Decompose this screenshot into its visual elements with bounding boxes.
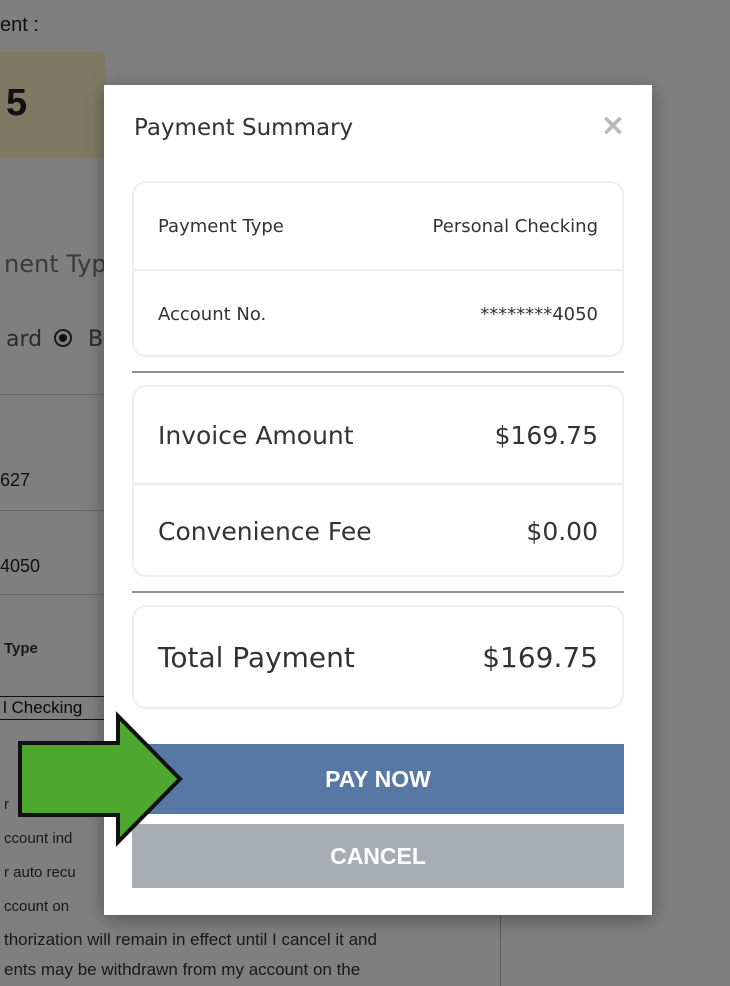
cancel-button[interactable]: CANCEL: [132, 824, 624, 888]
convenience-fee-value: $0.00: [526, 516, 598, 546]
account-number-row: Account No. ********4050: [134, 271, 622, 357]
convenience-fee-row: Convenience Fee $0.00: [134, 485, 622, 577]
invoice-amount-row: Invoice Amount $169.75: [134, 387, 622, 483]
close-icon[interactable]: ×: [600, 111, 626, 141]
convenience-fee-label: Convenience Fee: [158, 516, 372, 546]
payment-type-row: Payment Type Personal Checking: [134, 183, 622, 269]
section-divider: [132, 591, 624, 593]
total-card: Total Payment $169.75: [132, 605, 624, 709]
amounts-card: Invoice Amount $169.75 Convenience Fee $…: [132, 385, 624, 577]
account-number-label: Account No.: [158, 303, 267, 325]
payment-details-card: Payment Type Personal Checking Account N…: [132, 181, 624, 357]
total-payment-row: Total Payment $169.75: [134, 607, 622, 707]
pay-now-button[interactable]: PAY NOW: [132, 744, 624, 814]
total-payment-value: $169.75: [482, 640, 598, 674]
invoice-amount-value: $169.75: [494, 420, 598, 450]
modal-title: Payment Summary: [134, 115, 354, 141]
payment-summary-modal: Payment Summary × Payment Type Personal …: [104, 85, 652, 915]
payment-type-label: Payment Type: [158, 215, 284, 237]
payment-type-value: Personal Checking: [432, 215, 598, 237]
account-number-value: ********4050: [480, 303, 598, 325]
section-divider: [132, 371, 624, 373]
invoice-amount-label: Invoice Amount: [158, 420, 354, 450]
total-payment-label: Total Payment: [158, 640, 355, 674]
